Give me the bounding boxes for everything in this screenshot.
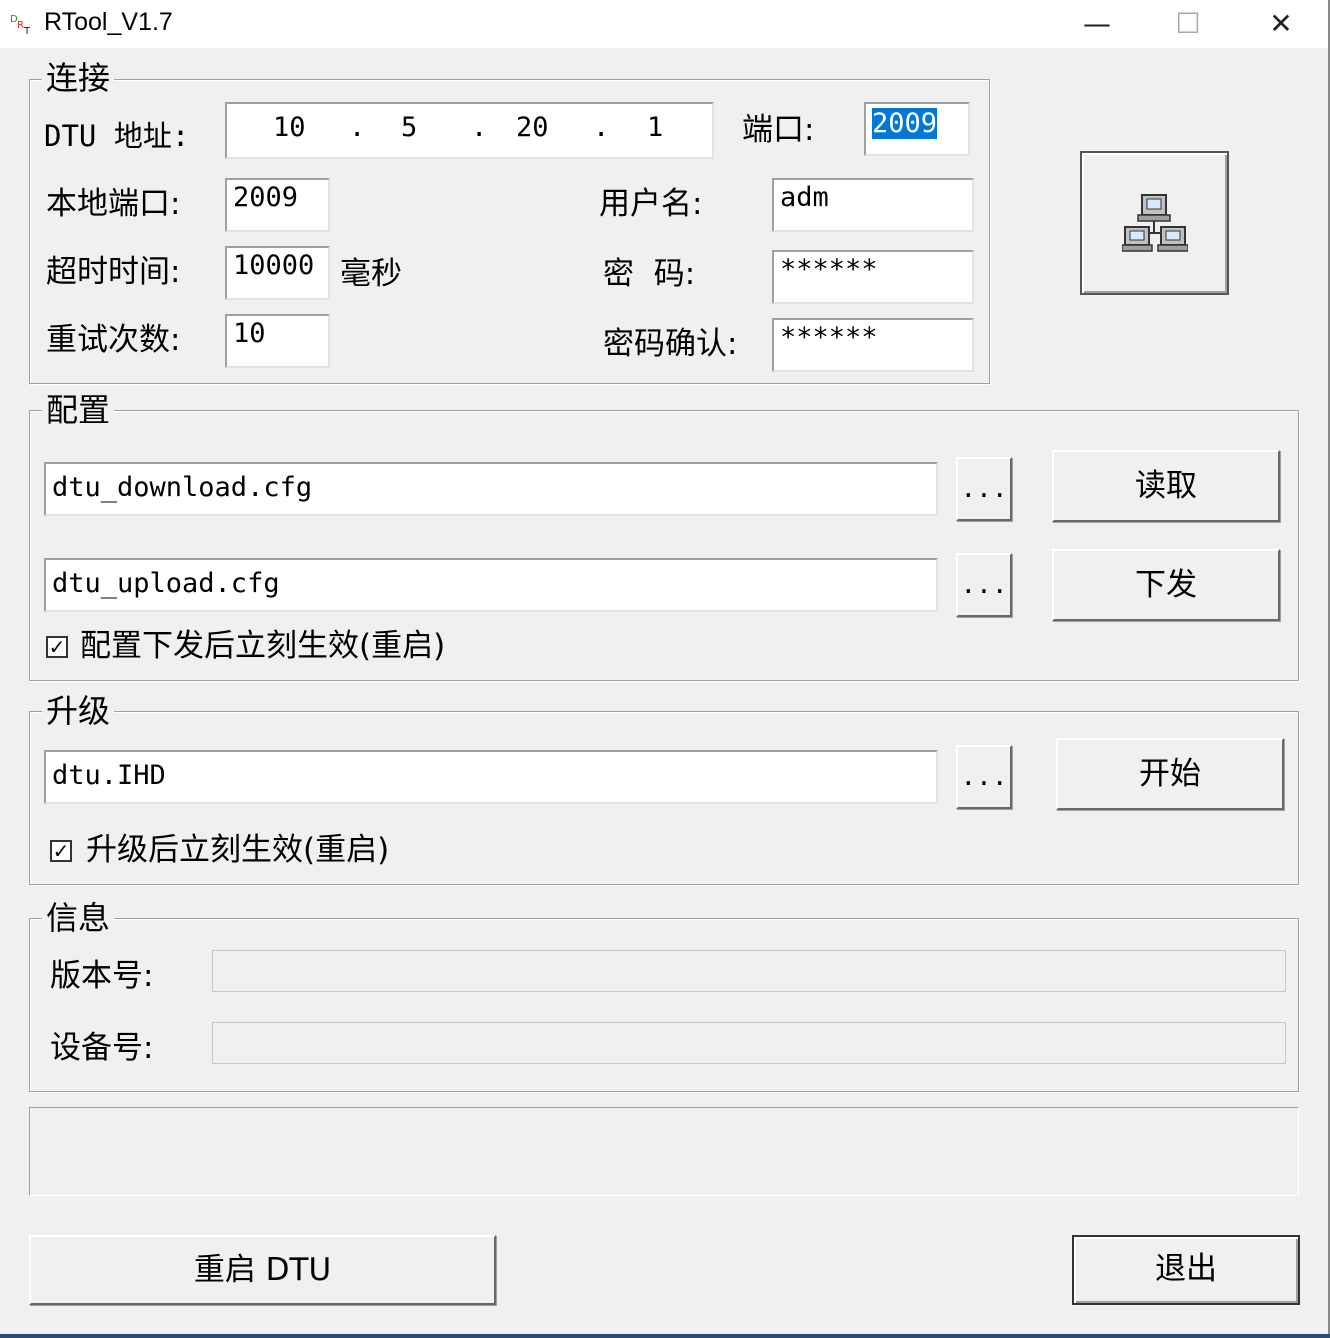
device-label: 设备号:: [50, 1030, 154, 1066]
connect-button[interactable]: [1080, 151, 1229, 295]
retry-input[interactable]: 10: [225, 314, 330, 368]
password-input[interactable]: ******: [772, 250, 974, 304]
network-icon: [1122, 194, 1188, 252]
browse-upgrade-button[interactable]: ...: [956, 745, 1012, 809]
confirm-password-label: 密码确认:: [603, 326, 738, 362]
info-group: [29, 918, 1299, 1092]
timeout-unit-label: 毫秒: [340, 256, 402, 292]
exit-button[interactable]: 退出: [1072, 1235, 1300, 1305]
confirm-password-input[interactable]: ******: [772, 318, 974, 372]
read-button[interactable]: 读取: [1052, 450, 1280, 522]
start-button[interactable]: 开始: [1056, 738, 1284, 810]
local-port-input[interactable]: 2009: [225, 178, 330, 232]
download-file-input[interactable]: dtu_download.cfg: [44, 462, 938, 516]
send-button[interactable]: 下发: [1052, 549, 1280, 621]
ip-dot: .: [593, 112, 610, 143]
config-apply-label[interactable]: 配置下发后立刻生效(重启): [80, 628, 445, 664]
device-field: [212, 1022, 1286, 1064]
version-label: 版本号:: [50, 958, 154, 994]
title-bar[interactable]: D R T RTool_V1.7 — ☐ ✕: [0, 0, 1328, 48]
browse-upload-button[interactable]: ...: [956, 553, 1012, 617]
upgrade-file-input[interactable]: dtu.IHD: [44, 750, 938, 804]
close-button[interactable]: ✕: [1236, 0, 1326, 48]
dtu-ip-address-field[interactable]: 10 . 5 . 20 . 1: [225, 102, 714, 159]
ip-octet-3[interactable]: 20: [516, 112, 549, 143]
window-bottom-edge: [0, 1334, 1330, 1338]
ip-octet-1[interactable]: 10: [273, 112, 306, 143]
dtu-address-label: DTU 地址:: [44, 119, 190, 153]
connect-legend: 连接: [42, 60, 115, 96]
local-port-label: 本地端口:: [46, 186, 181, 222]
password-label: 密 码:: [603, 256, 696, 292]
upload-file-input[interactable]: dtu_upload.cfg: [44, 558, 938, 612]
upgrade-apply-checkbox[interactable]: ✓: [50, 840, 72, 862]
port-value: 2009: [872, 108, 938, 139]
config-apply-checkbox[interactable]: ✓: [46, 636, 68, 658]
info-legend: 信息: [42, 900, 115, 936]
minimize-button[interactable]: —: [1052, 0, 1142, 48]
timeout-input[interactable]: 10000: [225, 246, 330, 300]
app-icon: D R T: [10, 12, 34, 37]
svg-text:R: R: [17, 20, 24, 31]
retry-label: 重试次数:: [46, 322, 181, 358]
ip-dot: .: [471, 112, 488, 143]
browse-download-button[interactable]: ...: [956, 457, 1012, 521]
username-label: 用户名:: [599, 186, 703, 222]
svg-text:T: T: [23, 26, 31, 36]
port-label: 端口:: [742, 112, 815, 148]
reboot-dtu-button[interactable]: 重启 DTU: [29, 1235, 496, 1305]
maximize-button[interactable]: ☐: [1143, 0, 1233, 48]
window-title: RTool_V1.7: [44, 8, 173, 36]
status-panel: [29, 1107, 1299, 1196]
ip-octet-2[interactable]: 5: [401, 112, 417, 143]
config-legend: 配置: [42, 392, 115, 428]
upgrade-legend: 升级: [42, 693, 115, 729]
port-input[interactable]: 2009: [864, 102, 970, 156]
upgrade-apply-label[interactable]: 升级后立刻生效(重启): [86, 832, 389, 868]
timeout-label: 超时时间:: [46, 254, 181, 290]
ip-octet-4[interactable]: 1: [647, 112, 663, 143]
ip-dot: .: [349, 112, 366, 143]
version-field: [212, 950, 1286, 992]
username-input[interactable]: adm: [772, 178, 974, 232]
